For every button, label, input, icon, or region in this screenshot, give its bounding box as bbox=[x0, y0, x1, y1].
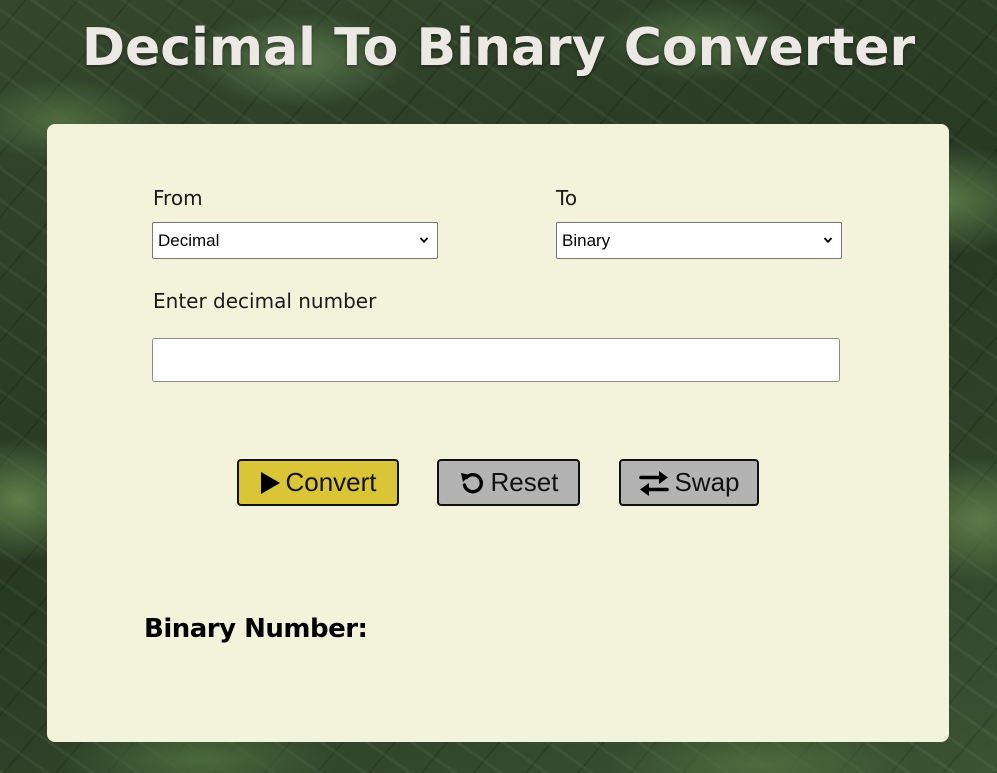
swap-button-label: Swap bbox=[674, 467, 740, 497]
to-label: To bbox=[556, 186, 578, 210]
input-label: Enter decimal number bbox=[153, 289, 377, 313]
to-select[interactable]: Binary bbox=[556, 222, 842, 259]
reset-button[interactable]: Reset bbox=[437, 459, 580, 506]
from-select[interactable]: Decimal bbox=[152, 222, 438, 259]
result-label: Binary Number: bbox=[144, 614, 368, 644]
convert-button-label: Convert bbox=[285, 467, 377, 497]
convert-button[interactable]: Convert bbox=[237, 459, 399, 506]
to-select-value: Binary bbox=[562, 231, 611, 250]
swap-icon bbox=[639, 470, 670, 496]
from-select-value: Decimal bbox=[158, 231, 220, 250]
swap-button[interactable]: Swap bbox=[619, 459, 759, 506]
chevron-down-icon bbox=[419, 237, 429, 244]
reset-icon bbox=[460, 472, 483, 493]
converter-card: From Decimal To Binary Enter decimal num… bbox=[47, 124, 949, 742]
play-icon bbox=[261, 471, 281, 494]
from-label: From bbox=[153, 186, 203, 210]
reset-button-label: Reset bbox=[490, 467, 559, 497]
page-title: Decimal To Binary Converter bbox=[81, 18, 916, 78]
chevron-down-icon bbox=[823, 237, 833, 244]
decimal-number-input[interactable] bbox=[152, 338, 840, 382]
